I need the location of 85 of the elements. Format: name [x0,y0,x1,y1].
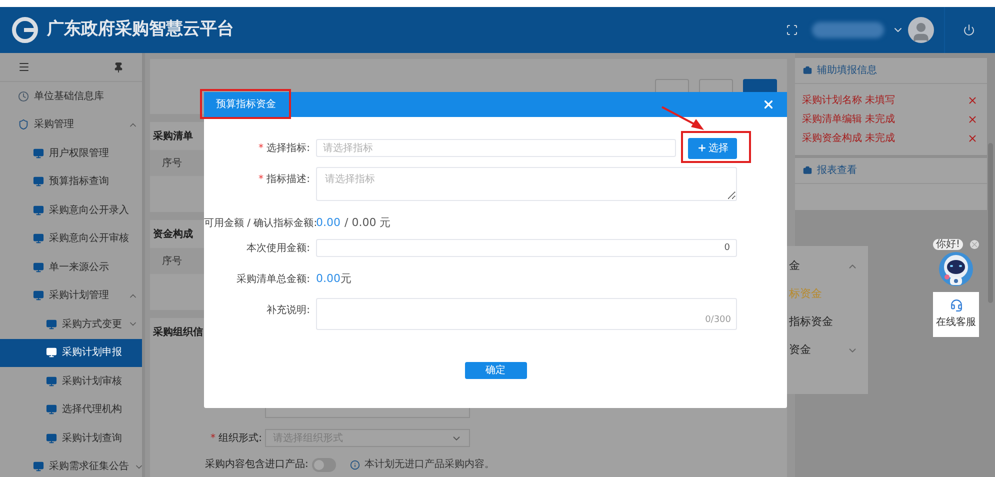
field-label: * 指标描述: [257,172,311,187]
note-textarea[interactable]: 0/300 [316,298,737,330]
sidebar-item[interactable]: 采购意向公开录入 [0,196,142,224]
funds-menu-item[interactable]: 金 [789,258,800,274]
app-title: 广东政府采购智慧云平台 [47,18,234,42]
field-label: 补充说明: [266,304,311,318]
monitor-icon [46,347,57,358]
briefcase-icon [803,166,812,175]
card-title: 辅助填报信息 [817,64,877,78]
plus-icon [696,143,706,153]
monitor-icon [46,404,57,416]
sidebar-item[interactable]: 采购计划管理 [0,282,142,310]
monitor-icon [33,148,44,159]
sidebar-item[interactable]: 单位基础信息库 [0,82,142,110]
sidebar-item[interactable]: 采购计划查询 [0,424,142,452]
monitor-icon [33,176,44,188]
import-switch[interactable] [312,458,336,472]
indicator-input[interactable]: 请选择指标 [316,139,676,157]
sidebar-item[interactable]: 单一来源公示 [0,253,142,282]
column-header: 序号 [162,254,182,268]
user-avatar[interactable] [908,17,934,43]
monitor-icon [33,204,44,216]
field-label: * 组织形式: [210,432,263,446]
char-count: 0/300 [705,314,731,326]
blurred-username [812,22,884,38]
monitor-icon [46,376,57,387]
close-icon[interactable] [970,240,979,249]
online-service-button[interactable]: 在线客服 [933,292,979,337]
amount-input[interactable]: 0 [316,239,737,257]
sidebar-item[interactable]: 采购管理 [0,110,142,139]
menu-icon[interactable] [18,61,30,73]
close-icon[interactable] [967,95,978,106]
close-icon[interactable] [967,114,978,125]
monitor-icon [46,432,57,444]
annotation-arrow [660,105,706,132]
shield-icon [18,119,29,130]
power-icon[interactable] [963,24,975,36]
sidebar-item[interactable]: 选择代理机构 [0,396,142,424]
warning-item[interactable]: 采购计划名称 未填写 [802,93,896,108]
monitor-icon [33,233,44,244]
sidebar-item[interactable]: 预算指标查询 [0,168,142,196]
monitor-icon [33,262,44,273]
sidebar-item[interactable]: 采购计划申报 [0,338,142,367]
field-label: 采购清单总金额: [236,272,311,286]
funds-menu-item[interactable]: 资金 [789,342,811,358]
available-amount: 0.00 [316,214,340,231]
total-amount: 0.00元 [316,270,352,287]
select-button[interactable]: 选择 [688,138,737,158]
greeting-bubble: 你好! [933,239,964,250]
column-header: 序号 [162,156,182,170]
fullscreen-icon[interactable] [786,24,798,36]
headset-icon [950,299,962,312]
warning-item[interactable]: 采购清单编辑 未完成 [802,112,896,127]
sidebar-item[interactable]: 采购方式变更 [0,310,142,338]
close-icon[interactable] [967,133,978,144]
confirm-button[interactable]: 确定 [464,362,526,379]
description-textarea[interactable]: 请选择指标 [316,167,737,201]
import-note: 本计划无进口产品采购内容。 [364,458,494,472]
switch-label: 采购内容包含进口产品: [205,458,308,472]
card-title: 报表查看 [817,164,857,178]
info-icon [350,460,360,470]
sidebar-item[interactable]: 采购意向公开审核 [0,224,142,253]
logo-icon [12,17,38,43]
monitor-icon [33,290,44,302]
section-title: 采购组织信 [153,326,203,340]
section-title: 资金构成 [153,228,193,242]
confirmed-amount: / 0.00 元 [344,214,391,231]
close-icon[interactable] [762,98,775,111]
robot-mascot-icon[interactable] [937,250,975,288]
section-title: 采购清单 [153,130,193,144]
field-label: * 选择指标: [257,142,311,156]
sidebar-item[interactable]: 采购需求征集公告 [0,452,142,477]
monitor-icon [33,461,44,472]
highlight-box [681,131,751,163]
field-label: 可用金额 / 确认指标金额: [204,216,316,230]
funds-menu-item[interactable]: 指标资金 [789,314,833,330]
clock-icon [18,90,29,102]
briefcase-icon [803,66,812,75]
dialog-title: 预算指标资金 [216,98,276,112]
sidebar-item[interactable]: 用户权限管理 [0,139,142,168]
monitor-icon [46,318,57,330]
field-label: 本次使用金额: [246,242,311,256]
pin-icon[interactable] [113,62,124,72]
warning-item[interactable]: 采购资金构成 未完成 [802,131,896,146]
sidebar-item[interactable]: 采购计划审核 [0,367,142,396]
